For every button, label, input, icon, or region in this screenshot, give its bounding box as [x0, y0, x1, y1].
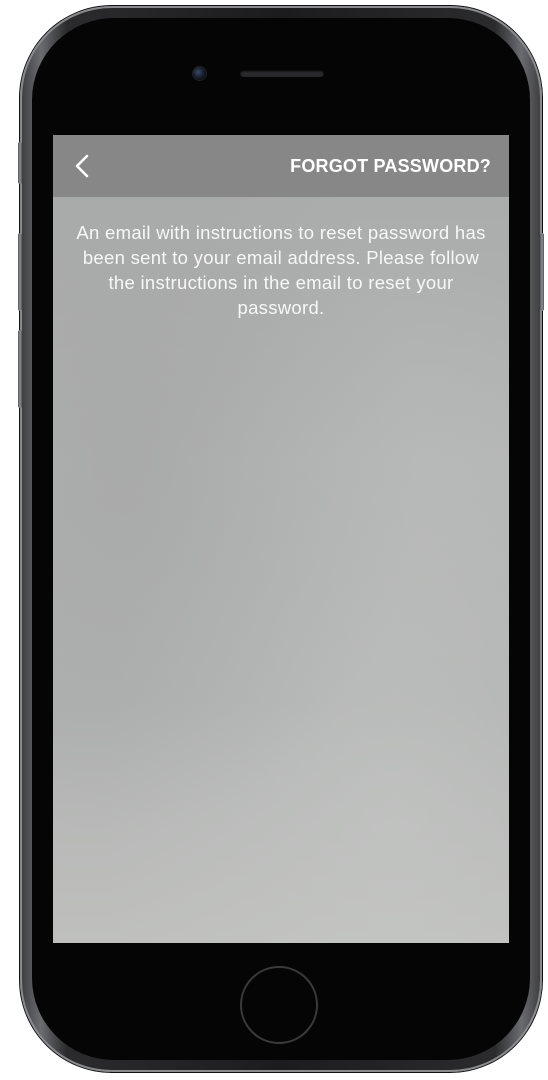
- mute-switch: [18, 142, 22, 184]
- app-screen: FORGOT PASSWORD? An email with instructi…: [53, 135, 509, 943]
- volume-down-button: [18, 330, 22, 408]
- chevron-left-icon: [75, 154, 89, 178]
- power-button: [540, 233, 544, 311]
- home-button[interactable]: [240, 966, 318, 1044]
- page-title: FORGOT PASSWORD?: [290, 156, 491, 176]
- confirmation-message: An email with instructions to reset pass…: [76, 222, 486, 318]
- volume-up-button: [18, 233, 22, 311]
- front-camera: [193, 67, 206, 80]
- navigation-bar: FORGOT PASSWORD?: [53, 135, 509, 197]
- back-button[interactable]: [67, 149, 101, 183]
- earpiece-speaker: [240, 70, 324, 77]
